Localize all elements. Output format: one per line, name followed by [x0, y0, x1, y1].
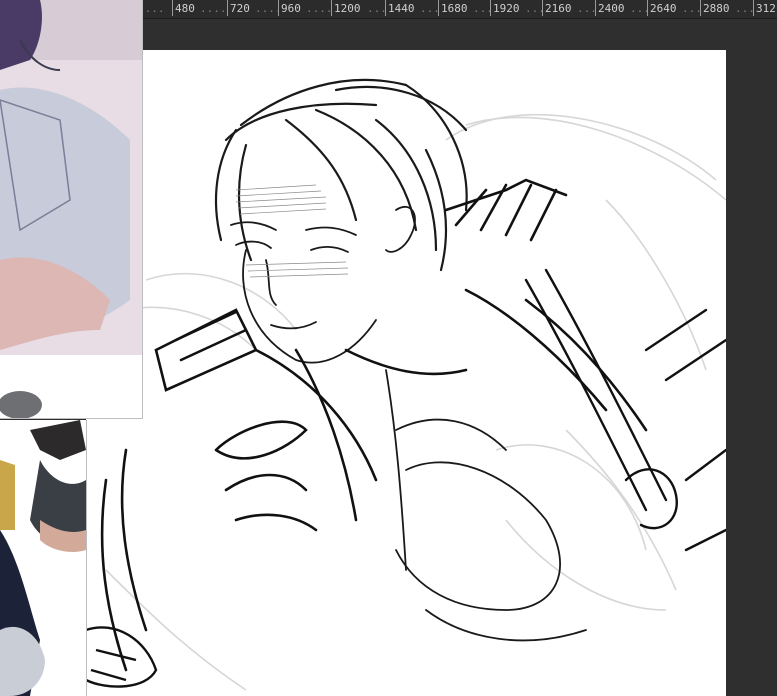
ruler-tick: 1440 — [385, 0, 415, 16]
drawing-canvas[interactable] — [86, 50, 726, 696]
ruler-dots: ... — [367, 2, 387, 15]
ruler-tick: 312 — [753, 0, 776, 16]
ruler-dots: ... — [682, 2, 702, 15]
reference-image-top[interactable] — [0, 0, 143, 419]
sketch-drawing — [86, 78, 726, 691]
ruler-tick: 2640 — [647, 0, 677, 16]
reference-illustration — [0, 0, 142, 418]
ruler-tick: 2880 — [700, 0, 730, 16]
ruler-tick: 480 — [172, 0, 195, 16]
ruler-tick: 2160 — [542, 0, 572, 16]
reference-image-bottom[interactable] — [0, 420, 87, 696]
ruler-dots: ... — [577, 2, 597, 15]
ruler-tick: 1200 — [331, 0, 361, 16]
ruler-dots: ... — [735, 2, 755, 15]
ruler-tick: 720 — [227, 0, 250, 16]
ruler-tick: 1680 — [438, 0, 468, 16]
ruler-dots: ... — [420, 2, 440, 15]
ruler-tick: 1920 — [490, 0, 520, 16]
ruler-dots: .... — [200, 2, 227, 15]
ruler-tick: 960 — [278, 0, 301, 16]
ruler-dots: .... — [306, 2, 333, 15]
ruler-tick: 2400 — [595, 0, 625, 16]
reference-illustration — [0, 420, 86, 696]
